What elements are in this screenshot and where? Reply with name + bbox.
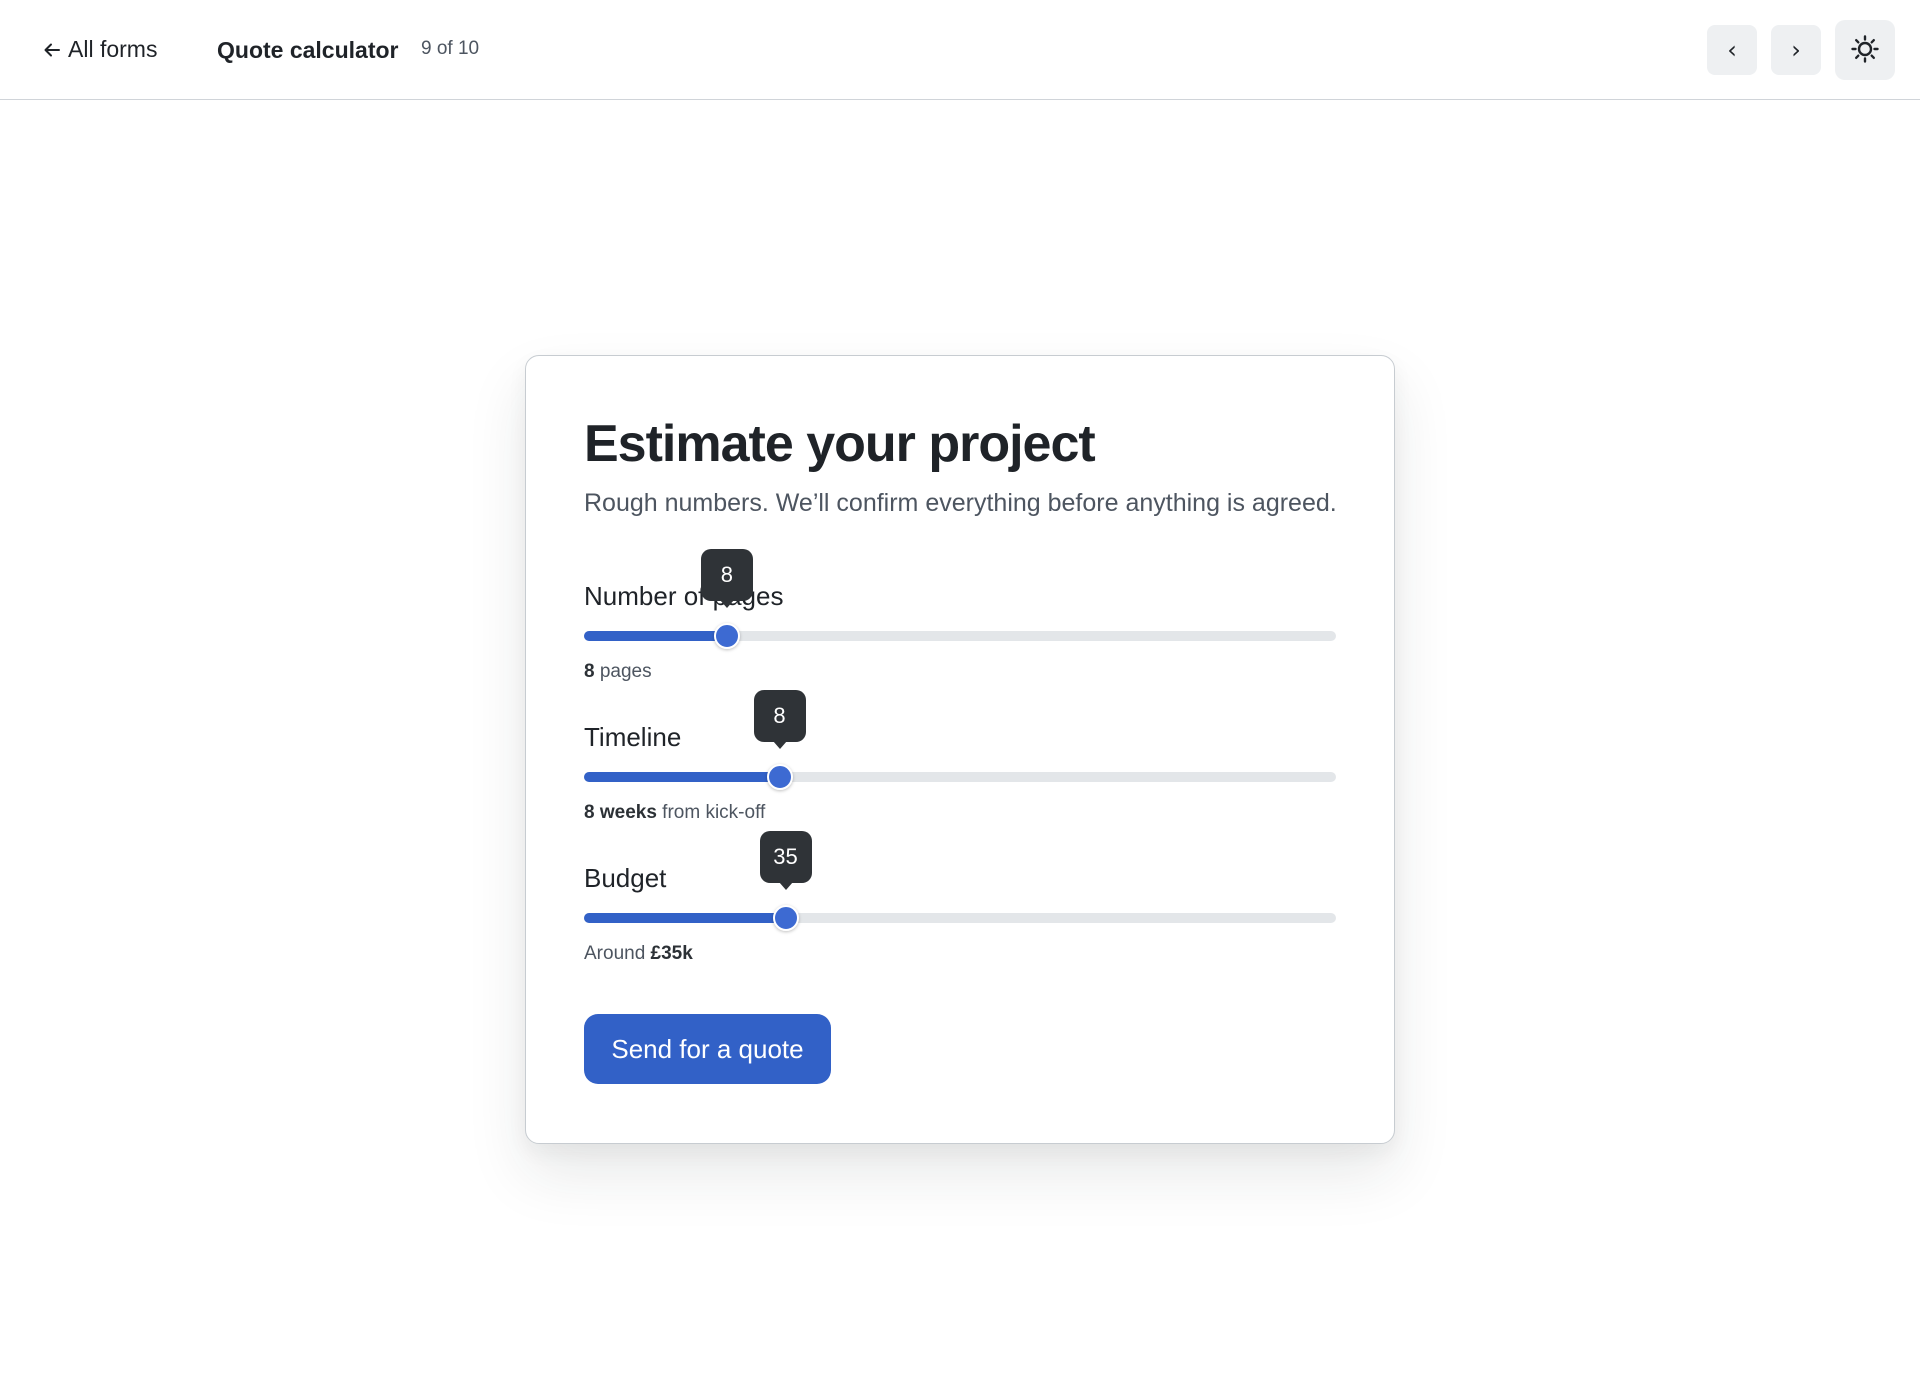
back-to-all-forms-link[interactable]: All forms — [42, 36, 157, 63]
budget-slider-fill — [584, 913, 786, 923]
pages-slider-track[interactable]: 8 — [584, 549, 1336, 649]
timeline-hint-value: 8 weeks — [584, 802, 657, 823]
pages-slider-fill — [584, 631, 727, 641]
arrow-left-icon — [42, 40, 62, 60]
budget-slider-track[interactable]: 35 — [584, 831, 1336, 931]
timeline-hint-suffix: from kick-off — [656, 802, 766, 823]
timeline-field: Timeline 8 8 weeks from kick-off — [584, 690, 1336, 842]
budget-label: Budget — [584, 863, 667, 893]
budget-hint-prefix: Around — [584, 943, 651, 964]
timeline-slider-thumb[interactable] — [766, 764, 793, 790]
sun-icon — [1850, 34, 1880, 67]
pages-slider-thumb[interactable] — [713, 623, 740, 649]
pages-hint-value: 8 — [584, 661, 595, 682]
next-button[interactable]: › — [1771, 25, 1821, 75]
app-title: Quote calculator — [217, 37, 399, 63]
quote-form-card: Estimate your project Rough numbers. We’… — [525, 355, 1395, 1144]
pages-field: Number of pages 8 8 pages — [584, 549, 1336, 701]
pages-hint-suffix: pages — [594, 661, 652, 682]
budget-slider-thumb[interactable] — [772, 905, 799, 931]
top-bar: All forms Quote calculator 9 of 10 ‹ › — [0, 0, 1920, 100]
previous-button[interactable]: ‹ — [1707, 25, 1757, 75]
budget-hint-value: £35k — [650, 943, 693, 964]
pages-label: Number of pages — [584, 581, 784, 611]
chevron-left-icon: ‹ — [1727, 36, 1737, 64]
timeline-slider-track[interactable]: 8 — [584, 690, 1336, 790]
budget-field: Budget 35 Around £35k — [584, 831, 1336, 983]
send-for-quote-button[interactable]: Send for a quote — [584, 1014, 831, 1084]
budget-value-tooltip: 35 — [759, 831, 812, 890]
timeline-label: Timeline — [584, 722, 682, 752]
pages-value-tooltip: 8 — [700, 549, 753, 608]
back-link-label: All forms — [68, 36, 158, 62]
timeline-value-tooltip: 8 — [753, 690, 806, 749]
theme-toggle-button[interactable] — [1835, 20, 1895, 80]
timeline-slider-fill — [584, 772, 780, 782]
page-counter: 9 of 10 — [421, 38, 480, 59]
budget-hint: Around £35k — [584, 943, 693, 965]
pages-hint: 8 pages — [584, 661, 652, 683]
form-title: Estimate your project — [584, 415, 1096, 473]
timeline-hint: 8 weeks from kick-off — [584, 802, 765, 824]
chevron-right-icon: › — [1791, 36, 1801, 64]
form-subtitle: Rough numbers. We’ll confirm everything … — [584, 489, 1337, 517]
